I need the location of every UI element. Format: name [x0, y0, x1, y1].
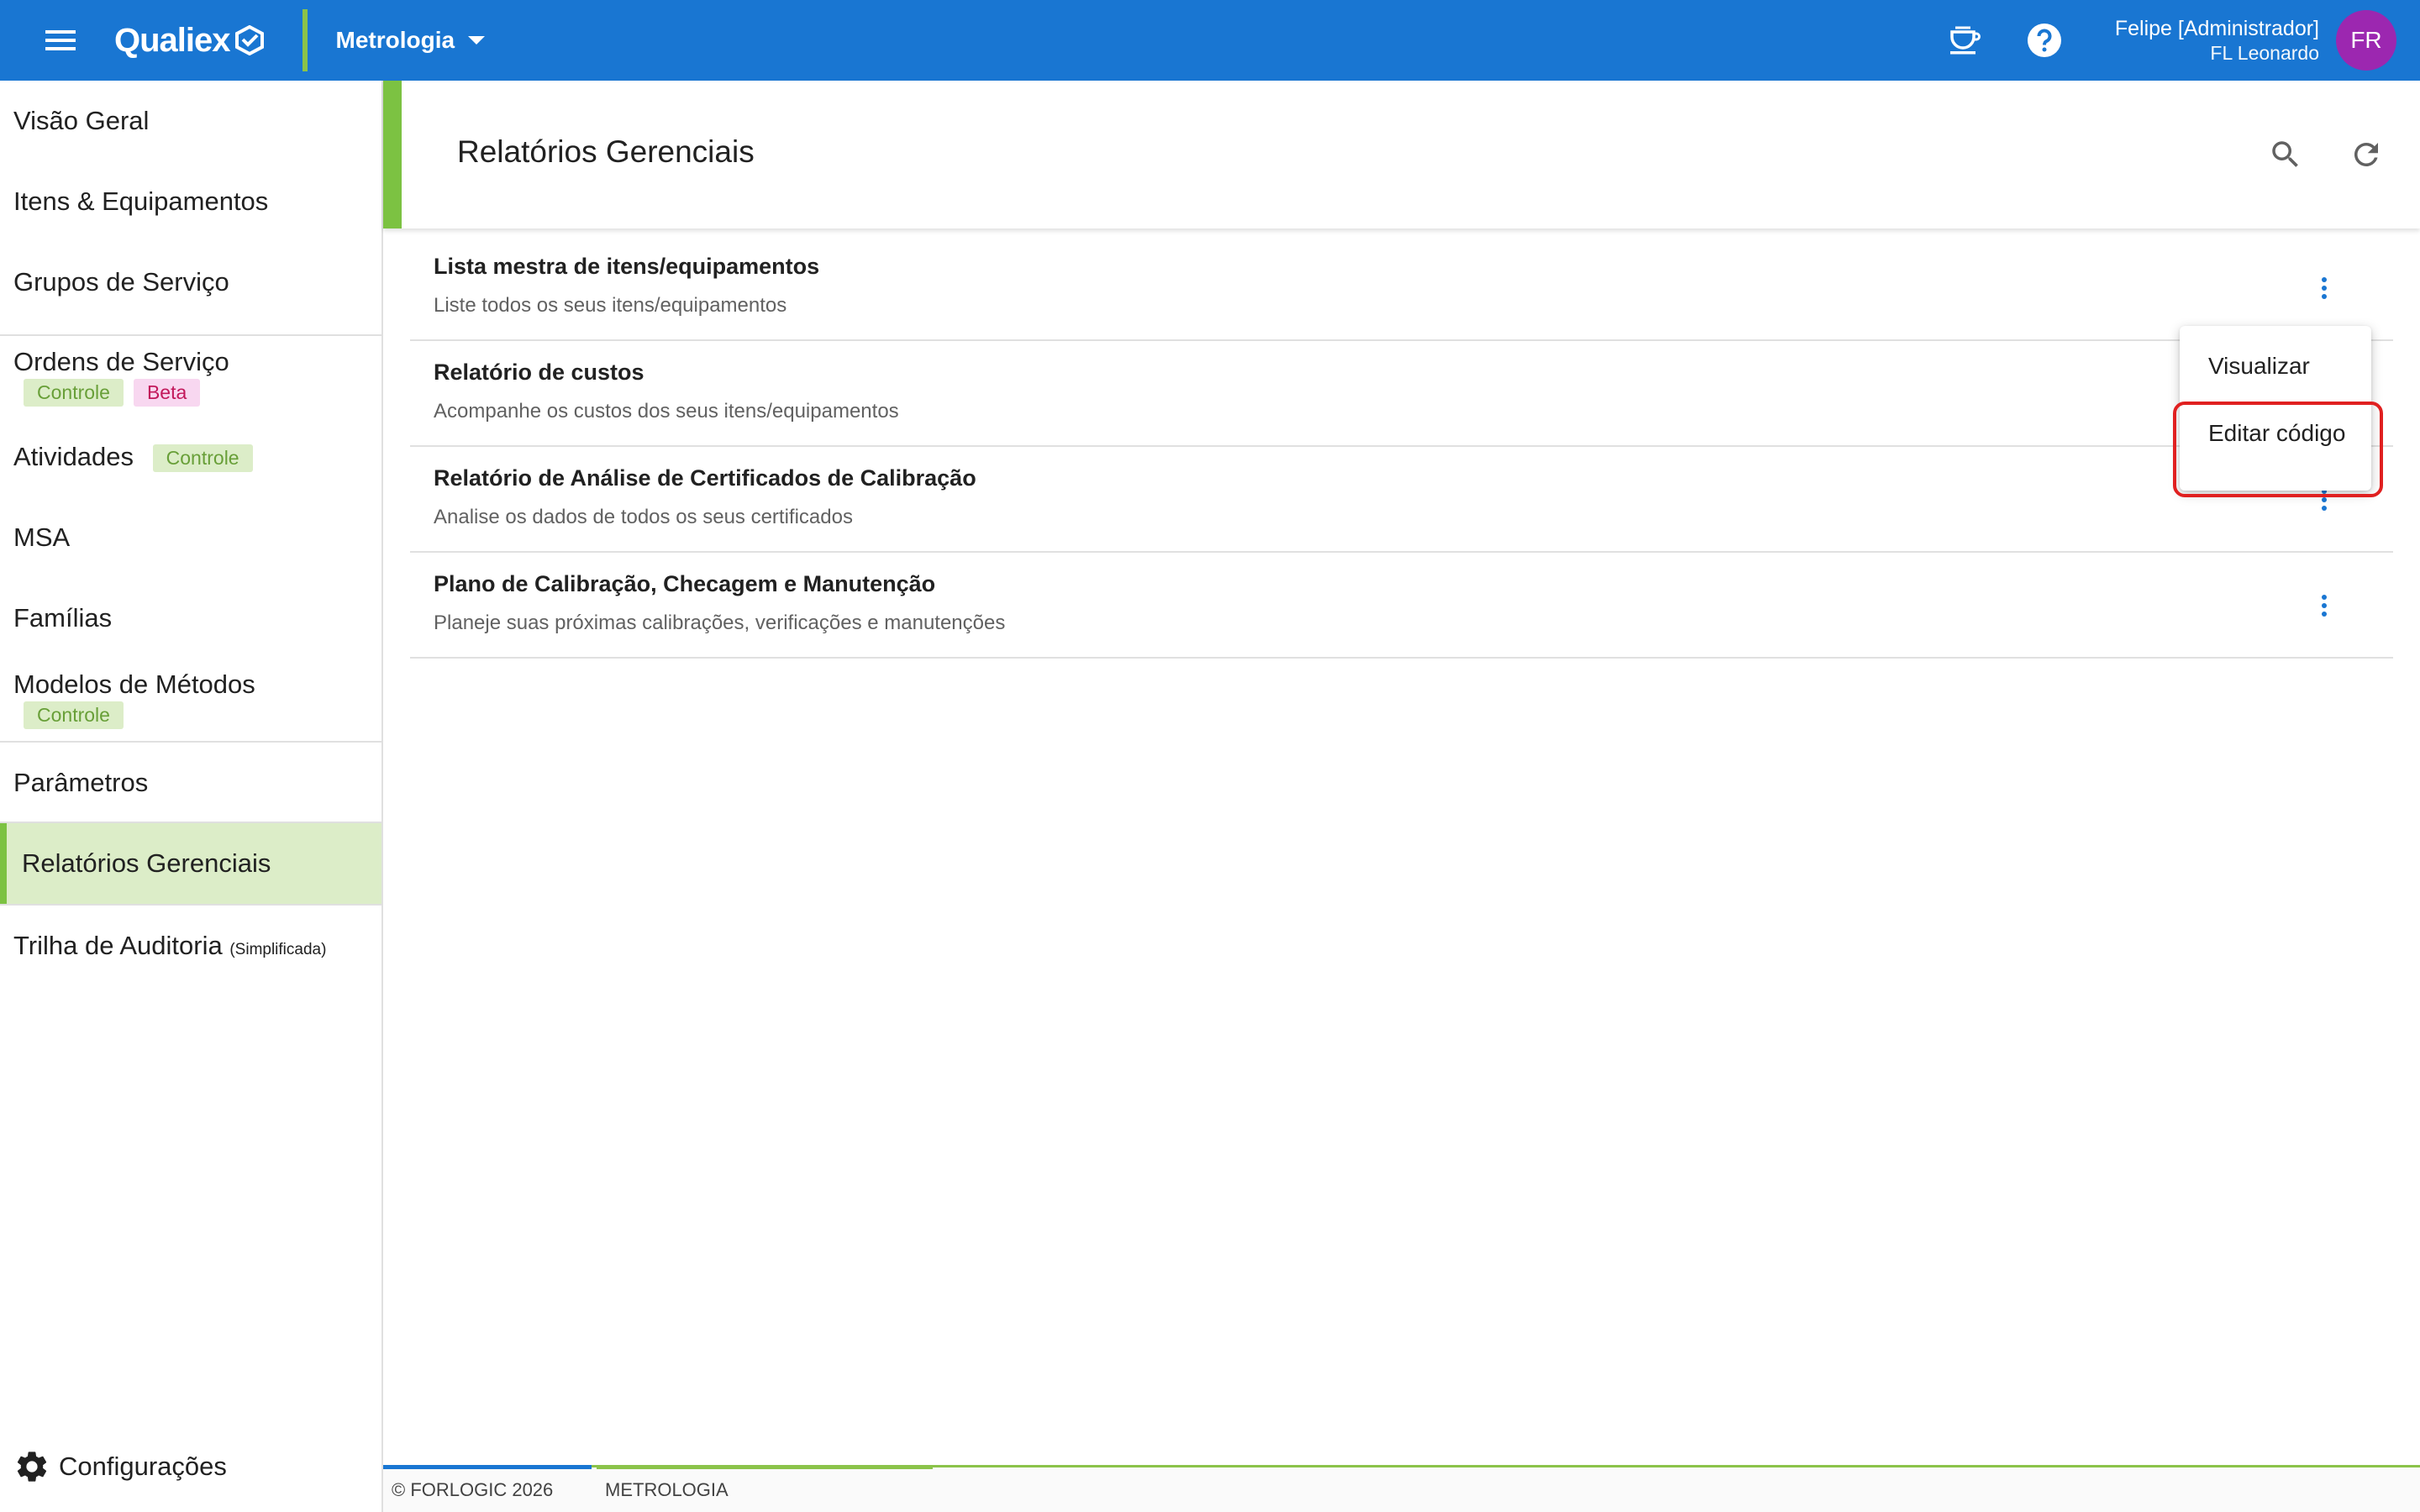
- sidebar-item-modelos-metodos[interactable]: Modelos de Métodos Controle: [0, 659, 381, 739]
- footer-copyright: © FORLOGIC 2026: [392, 1479, 554, 1500]
- search-button[interactable]: [2255, 124, 2316, 185]
- page-title: Relatórios Gerenciais: [457, 134, 755, 169]
- controle-badge: Controle: [24, 701, 124, 729]
- report-description: Planeje suas próximas calibrações, verif…: [434, 612, 1006, 634]
- sidebar-item-ordens-servico[interactable]: Ordens de Serviço Controle Beta: [0, 336, 381, 417]
- sidebar-item-parametros[interactable]: Parâmetros: [0, 743, 381, 823]
- content-header: Relatórios Gerenciais: [383, 81, 2420, 228]
- report-title: Plano de Calibração, Checagem e Manutenç…: [434, 571, 936, 596]
- sidebar-item-text: Atividades: [13, 441, 134, 471]
- report-row[interactable]: Lista mestra de itens/equipamentos Liste…: [410, 235, 2393, 341]
- menu-button[interactable]: [30, 10, 91, 71]
- sidebar-item-label: Relatórios Gerenciais: [22, 848, 271, 878]
- controle-badge: Controle: [152, 444, 253, 473]
- sidebar-item-label: Ordens de Serviço: [13, 346, 229, 376]
- controle-badge: Controle: [24, 378, 124, 407]
- sidebar-item-label: Atividades Controle: [13, 441, 381, 473]
- sidebar-item-label: Trilha de Auditoria (Simplificada): [13, 931, 381, 961]
- user-company: FL Leonardo: [2210, 42, 2319, 64]
- sidebar-item-itens-equipamentos[interactable]: Itens & Equipamentos: [0, 161, 381, 242]
- report-description: Acompanhe os custos dos seus itens/equip…: [434, 400, 899, 423]
- menu-item-visualizar[interactable]: Visualizar: [2180, 339, 2371, 393]
- report-row[interactable]: Relatório de Análise de Certificados de …: [410, 447, 2393, 553]
- sidebar-item-atividades[interactable]: Atividades Controle: [0, 417, 381, 497]
- footer-blue-segment: [383, 1465, 592, 1469]
- sidebar-item-label: Grupos de Serviço: [13, 267, 229, 297]
- header-accent-bar: [383, 81, 402, 228]
- report-description: Liste todos os seus itens/equipamentos: [434, 294, 787, 317]
- sidebar-item-familias[interactable]: Famílias: [0, 578, 381, 659]
- more-options-button[interactable]: [2299, 263, 2349, 313]
- user-info[interactable]: Felipe [Administrador] FL Leonardo: [2115, 16, 2319, 65]
- sidebar-item-label: Modelos de Métodos: [13, 669, 255, 699]
- sidebar-item-label: Parâmetros: [13, 768, 149, 797]
- brand-divider: [302, 9, 308, 71]
- refresh-button[interactable]: [2336, 124, 2396, 185]
- coffee-cup-icon: [1949, 26, 1981, 55]
- report-title: Relatório de Análise de Certificados de …: [434, 465, 976, 491]
- avatar[interactable]: FR: [2336, 10, 2396, 71]
- sidebar-item-suffix: (Simplificada): [229, 941, 327, 958]
- sidebar-item-label: Itens & Equipamentos: [13, 186, 269, 216]
- report-description: Analise os dados de todos os seus certif…: [434, 506, 853, 528]
- top-bar: Qualiex Metrologia Felipe [Administrador…: [0, 0, 2420, 81]
- more-vert-icon: [2322, 277, 2327, 299]
- hamburger-icon: [45, 30, 76, 50]
- sidebar-item-label: MSA: [13, 522, 71, 552]
- coffee-button[interactable]: [1933, 10, 1994, 71]
- footer-green-segment: [597, 1465, 933, 1469]
- sidebar-item-relatorios-gerenciais[interactable]: Relatórios Gerenciais: [0, 823, 381, 904]
- sidebar-item-label: Visão Geral: [13, 106, 150, 135]
- more-options-button[interactable]: [2299, 580, 2349, 631]
- refresh-icon: [2354, 142, 2378, 166]
- more-vert-icon: [2322, 489, 2327, 511]
- sidebar-item-visao-geral[interactable]: Visão Geral: [0, 81, 381, 161]
- beta-badge: Beta: [133, 378, 201, 407]
- sidebar-item-grupos-servico[interactable]: Grupos de Serviço: [0, 242, 381, 323]
- report-row[interactable]: Relatório de custos Acompanhe os custos …: [410, 341, 2393, 447]
- footer: © FORLOGIC 2026 METROLOGIA: [383, 1465, 2420, 1512]
- menu-item-editar-codigo[interactable]: Editar código: [2180, 393, 2371, 474]
- help-button[interactable]: [2014, 10, 2075, 71]
- caret-down-icon: [468, 36, 486, 45]
- report-title: Lista mestra de itens/equipamentos: [434, 254, 820, 279]
- more-vert-icon: [2322, 595, 2327, 617]
- sidebar-item-msa[interactable]: MSA: [0, 497, 381, 578]
- user-name: Felipe [Administrador]: [2114, 17, 2319, 40]
- footer-module: METROLOGIA: [605, 1479, 729, 1500]
- context-menu: Visualizar Editar código: [2180, 326, 2371, 491]
- module-name: Metrologia: [335, 27, 455, 53]
- brand-logo[interactable]: Qualiex: [114, 22, 264, 60]
- settings-label: Configurações: [59, 1452, 227, 1481]
- settings-link[interactable]: Configurações: [13, 1448, 227, 1485]
- gear-icon: [17, 1452, 47, 1482]
- report-title: Relatório de custos: [434, 360, 644, 385]
- sidebar: Visão Geral Itens & Equipamentos Grupos …: [0, 81, 383, 1512]
- brand-name: Qualiex: [114, 21, 231, 59]
- report-row[interactable]: Plano de Calibração, Checagem e Manutenç…: [410, 553, 2393, 659]
- help-circle-icon: [2027, 24, 2061, 57]
- sidebar-item-trilha-auditoria[interactable]: Trilha de Auditoria (Simplificada): [0, 906, 381, 986]
- search-icon: [2272, 141, 2298, 167]
- sidebar-item-label: Famílias: [13, 603, 113, 633]
- sidebar-item-text: Trilha de Auditoria: [13, 931, 223, 960]
- report-list: Lista mestra de itens/equipamentos Liste…: [410, 235, 2393, 659]
- module-selector[interactable]: Metrologia: [336, 27, 486, 54]
- qualiex-logo-icon: [234, 25, 264, 55]
